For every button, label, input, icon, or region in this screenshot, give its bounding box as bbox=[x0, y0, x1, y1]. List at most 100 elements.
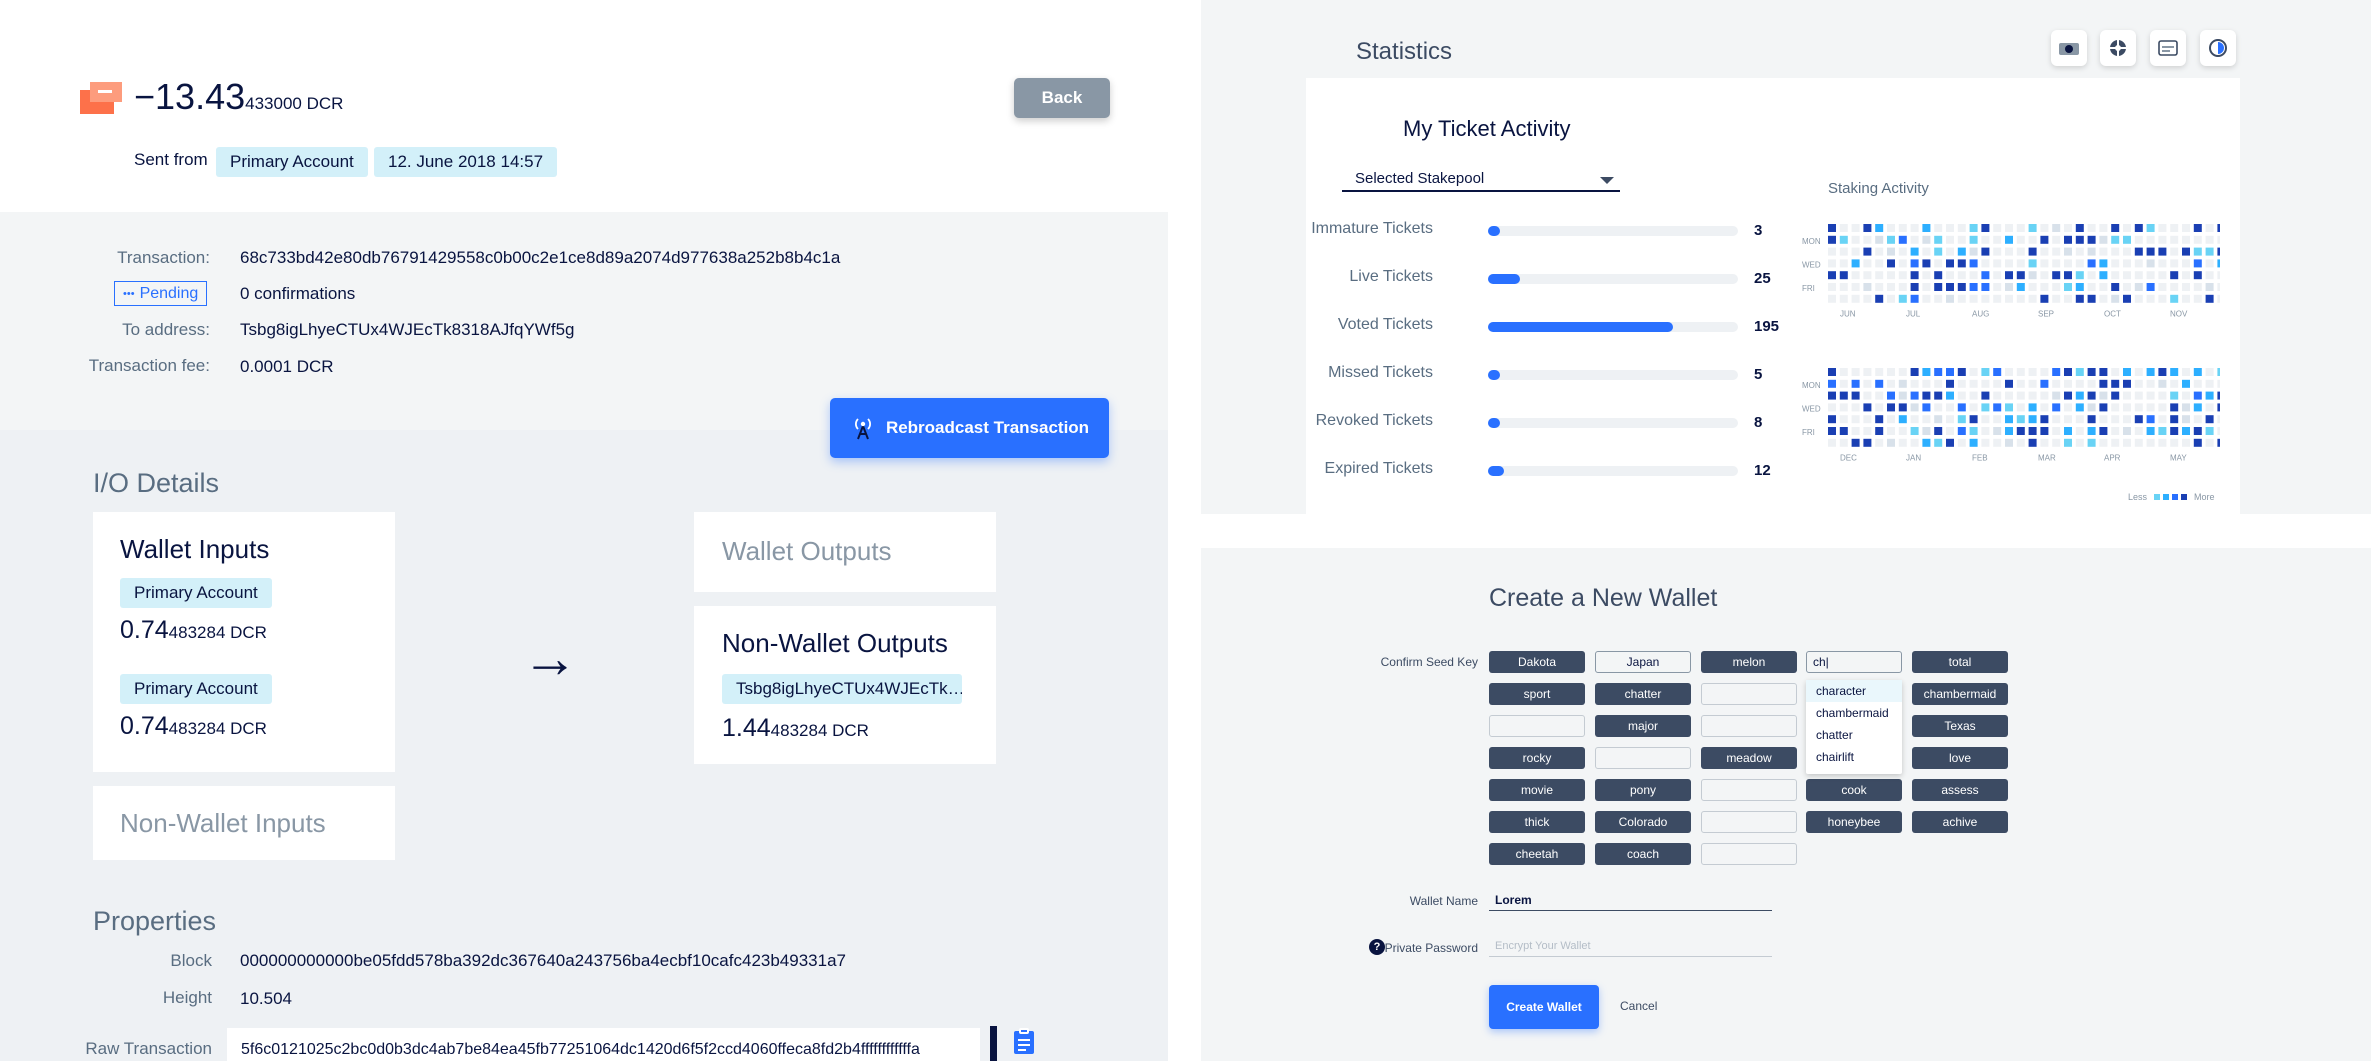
heatmap-cell bbox=[2016, 247, 2025, 256]
seed-word[interactable]: Texas bbox=[1912, 715, 2008, 737]
heatmap-cell bbox=[2075, 368, 2084, 376]
heatmap-cell bbox=[2111, 438, 2120, 447]
seed-word[interactable]: Dakota bbox=[1489, 651, 1585, 673]
heatmap-cell bbox=[2123, 283, 2131, 291]
seed-word[interactable]: melon bbox=[1701, 651, 1797, 673]
heatmap-cell bbox=[2099, 438, 2108, 447]
wallet-name-input[interactable]: Lorem bbox=[1489, 889, 1772, 911]
heatmap-cell bbox=[1875, 438, 1884, 447]
create-wallet-button[interactable]: Create Wallet bbox=[1489, 985, 1599, 1029]
heatmap-cell bbox=[2111, 224, 2120, 232]
heatmap-cell bbox=[2075, 283, 2084, 291]
camera-icon[interactable] bbox=[2051, 30, 2087, 66]
rebroadcast-button[interactable]: Rebroadcast Transaction bbox=[830, 398, 1109, 458]
seed-word[interactable]: achive bbox=[1912, 811, 2008, 833]
heatmap-month-label: MAY bbox=[2170, 454, 2187, 463]
heatmap-cell bbox=[2170, 391, 2179, 400]
heatmap-cell bbox=[2111, 403, 2120, 412]
seed-word[interactable]: total bbox=[1912, 651, 2008, 673]
heatmap-cell bbox=[2205, 368, 2214, 376]
moon-icon[interactable] bbox=[2200, 30, 2236, 66]
seed-word[interactable]: honeybee bbox=[1806, 811, 1902, 833]
seed-word-input[interactable] bbox=[1701, 683, 1797, 705]
heatmap-cell bbox=[2134, 427, 2143, 435]
heatmap-cell bbox=[1898, 427, 1907, 435]
ticket-icon[interactable] bbox=[2100, 30, 2136, 66]
heatmap-cell bbox=[1922, 438, 1931, 447]
history-icon[interactable] bbox=[2150, 30, 2186, 66]
seed-word[interactable]: movie bbox=[1489, 779, 1585, 801]
seed-word-input[interactable]: ch| bbox=[1806, 651, 1902, 673]
heatmap-cell bbox=[2146, 368, 2155, 376]
cancel-button[interactable]: Cancel bbox=[1620, 999, 1657, 1013]
heatmap-cell bbox=[1863, 415, 1872, 424]
heatmap-cell bbox=[2016, 379, 2025, 388]
status-badge: ••• Pending bbox=[114, 281, 208, 306]
stakepool-select[interactable]: Selected Stakepool bbox=[1342, 168, 1620, 192]
heatmap-cell bbox=[1934, 391, 1943, 400]
seed-word[interactable]: major bbox=[1595, 715, 1691, 737]
seed-word[interactable]: cook bbox=[1806, 779, 1902, 801]
heatmap-cell bbox=[1957, 438, 1966, 447]
seed-word-input[interactable] bbox=[1701, 779, 1797, 801]
heatmap-cell bbox=[1851, 427, 1860, 435]
suggestion-item[interactable]: character bbox=[1806, 680, 1902, 702]
seed-word[interactable]: Colorado bbox=[1595, 811, 1691, 833]
seed-word[interactable]: sport bbox=[1489, 683, 1585, 705]
heatmap-cell bbox=[2134, 391, 2143, 400]
seed-word[interactable]: coach bbox=[1595, 843, 1691, 865]
heatmap-cell bbox=[2075, 224, 2084, 232]
heatmap-cell bbox=[2028, 379, 2037, 388]
seed-word-input[interactable]: Japan bbox=[1595, 651, 1691, 673]
heatmap-cell bbox=[2016, 235, 2025, 244]
heatmap-cell bbox=[2170, 224, 2179, 232]
heatmap-cell bbox=[2111, 415, 2120, 424]
seed-word[interactable]: chambermaid bbox=[1912, 683, 2008, 705]
heatmap-cell bbox=[1981, 379, 1990, 388]
staking-activity-title: Staking Activity bbox=[1828, 180, 1929, 197]
legend-swatch bbox=[2154, 494, 2161, 500]
seed-word-input[interactable] bbox=[1701, 811, 1797, 833]
seed-word[interactable]: chatter bbox=[1595, 683, 1691, 705]
output-amount-small: 483284 DCR bbox=[770, 721, 869, 740]
heatmap-cell bbox=[2111, 427, 2120, 435]
clipboard-icon[interactable] bbox=[1014, 1028, 1034, 1054]
seed-word[interactable]: pony bbox=[1595, 779, 1691, 801]
seed-word[interactable]: cheetah bbox=[1489, 843, 1585, 865]
arrow-right-icon: → bbox=[522, 626, 578, 689]
seed-word[interactable]: meadow bbox=[1701, 747, 1797, 769]
heatmap-cell bbox=[1922, 391, 1931, 400]
private-password-input[interactable]: Encrypt Your Wallet bbox=[1489, 935, 1772, 957]
suggestion-item[interactable]: chatter bbox=[1806, 724, 1902, 746]
heatmap-cell bbox=[1981, 403, 1990, 412]
heatmap-cell bbox=[1839, 391, 1848, 400]
heatmap-cell bbox=[1934, 368, 1943, 376]
seed-word-input[interactable] bbox=[1701, 843, 1797, 865]
heatmap-cell bbox=[1898, 379, 1907, 388]
heatmap-cell bbox=[2170, 259, 2179, 268]
heatmap-cell bbox=[2099, 403, 2108, 412]
heatmap-cell bbox=[2005, 271, 2013, 280]
raw-transaction-box[interactable]: 5f6c0121025c2bc0d0b3dc4ab7be84ea45fb7725… bbox=[227, 1028, 980, 1061]
back-button[interactable]: Back bbox=[1014, 78, 1110, 118]
seed-word[interactable]: thick bbox=[1489, 811, 1585, 833]
heatmap-cell bbox=[1863, 403, 1872, 412]
heatmap-cell bbox=[2016, 224, 2025, 232]
seed-word-input[interactable] bbox=[1701, 715, 1797, 737]
heatmap-cell bbox=[2040, 427, 2049, 435]
seed-word[interactable]: assess bbox=[1912, 779, 2008, 801]
heatmap-cell bbox=[1910, 235, 1919, 244]
heatmap-cell bbox=[2158, 224, 2167, 232]
heatmap-cell bbox=[2028, 438, 2037, 447]
heatmap-cell bbox=[2016, 368, 2025, 376]
suggestion-item[interactable]: chambermaid bbox=[1806, 702, 1902, 724]
heatmap-cell bbox=[2123, 224, 2131, 232]
seed-word[interactable]: rocky bbox=[1489, 747, 1585, 769]
seed-word-input[interactable] bbox=[1489, 715, 1585, 737]
heatmap-cell bbox=[2005, 415, 2013, 424]
seed-word[interactable]: love bbox=[1912, 747, 2008, 769]
seed-word-input[interactable] bbox=[1595, 747, 1691, 769]
heatmap-cell bbox=[1934, 283, 1943, 291]
suggestion-item[interactable]: chairlift bbox=[1806, 746, 1902, 768]
legend-swatch bbox=[2172, 494, 2179, 500]
